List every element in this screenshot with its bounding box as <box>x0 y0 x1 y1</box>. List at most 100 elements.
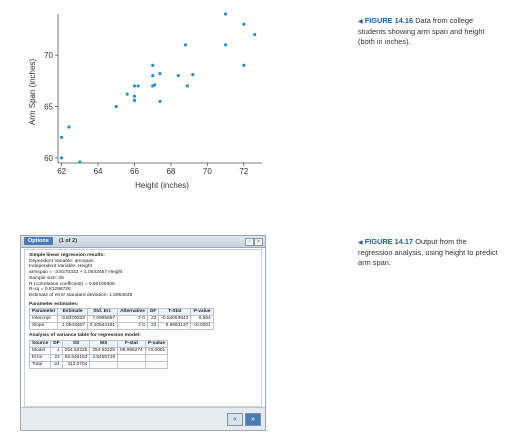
summary-lines: Dependent Variable: armspan Independent V… <box>29 259 257 299</box>
data-point <box>60 156 64 160</box>
data-point <box>223 12 228 16</box>
data-point <box>132 98 137 102</box>
y-tick-label: 65 <box>44 102 53 111</box>
table-cell: <0.0001 <box>190 322 214 331</box>
table-cell: Intercept <box>28 315 59 324</box>
data-point <box>78 160 82 164</box>
table-row: Total 24 313.0704 <box>28 361 169 370</box>
table-cell: 23 <box>146 322 160 331</box>
table-cell: 1 <box>50 347 63 356</box>
column-header: F-stat <box>117 340 146 349</box>
column-header: DF <box>50 340 63 349</box>
table-header-row: Source DF SS MS F-stat P-value <box>28 340 169 349</box>
table-cell <box>117 354 146 363</box>
table-row: Slope 1.0543467 0.10544191 ≠ 0 23 9.9993137 <0… <box>28 322 214 331</box>
results-panel: Simple linear regression results: Depend… <box>24 249 262 407</box>
data-point <box>151 74 155 78</box>
table-cell <box>144 354 169 363</box>
figure-label: FIGURE 14.16 <box>364 16 414 25</box>
data-point <box>242 63 246 67</box>
data-point <box>223 43 228 47</box>
column-header: Parameter <box>28 308 59 317</box>
anova-title: Analysis of variance table for regressio… <box>29 333 141 339</box>
figure-14-16-caption: ◀ FIGURE 14.16 Data from college student… <box>358 16 503 46</box>
x-tick-label: 72 <box>239 167 248 176</box>
options-button[interactable]: Options <box>24 237 53 245</box>
regression-output-window: Options (1 of 2) ▫ × Simple linear regre… <box>20 235 266 431</box>
table-cell: 9.9993137 <box>158 322 192 331</box>
anova-table: Source DF SS MS F-stat P-value Model 1 254.52225… <box>28 340 169 370</box>
table-cell: 1.0543467 <box>57 322 88 331</box>
table-cell <box>144 361 169 370</box>
data-point <box>132 84 137 88</box>
previous-page-button[interactable]: « <box>227 413 243 426</box>
triangle-marker-icon: ◀ <box>358 240 363 246</box>
y-axis: 60 65 70 <box>44 14 59 163</box>
data-point <box>158 72 162 76</box>
table-cell: 254.52225 <box>89 347 119 356</box>
data-point <box>191 73 195 77</box>
window-titlebar: Options (1 of 2) ▫ × <box>21 236 265 248</box>
table-cell: Model <box>28 347 52 356</box>
x-tick-label: 62 <box>57 167 66 176</box>
column-header: Alternative <box>117 308 148 317</box>
table-cell: 24 <box>50 361 63 370</box>
x-tick-label: 66 <box>130 167 139 176</box>
data-point <box>136 84 140 88</box>
x-tick-label: 68 <box>166 167 175 176</box>
triangle-marker-icon: ◀ <box>358 19 363 25</box>
data-point <box>158 99 162 103</box>
table-cell: Slope <box>28 322 59 331</box>
data-point <box>176 74 180 78</box>
y-axis-label: Arm Span (inches) <box>28 59 37 126</box>
table-cell: 0.594 <box>190 315 214 324</box>
parameter-estimates-table: Parameter Estimate Std. Err. Alternative DF T… <box>28 308 214 331</box>
column-header: Estimate <box>57 308 88 317</box>
table-row: Model 1 254.52225 254.52225 99.986274 <0.0001 <box>28 347 169 356</box>
table-cell: 254.52225 <box>61 347 91 356</box>
column-header: DF <box>146 308 160 317</box>
next-page-button[interactable]: » <box>245 413 261 426</box>
column-header: Std. Err. <box>86 308 119 317</box>
data-point <box>151 63 155 67</box>
table-cell: Error <box>28 354 52 363</box>
column-header: T-Stat <box>158 308 192 317</box>
scatter-plot: 60 65 70 62 64 66 68 70 72 Height (inches) Arm … <box>28 12 262 190</box>
table-cell <box>117 361 146 370</box>
x-tick-label: 64 <box>94 167 103 176</box>
x-axis: 62 64 66 68 70 72 <box>57 162 262 176</box>
data-point <box>114 104 118 109</box>
data-point <box>132 94 137 98</box>
table-cell: 23 <box>146 315 160 324</box>
table-cell: Total <box>28 361 52 370</box>
table-cell: ≠ 0 <box>117 315 148 324</box>
table-cell: <0.0001 <box>144 347 169 356</box>
data-point <box>67 125 71 129</box>
table-cell <box>89 361 119 370</box>
table-cell: -0.54053643 <box>158 315 192 324</box>
table-cell: 2.5455719 <box>89 354 119 363</box>
parameter-estimates-title: Parameter estimates: <box>29 301 79 307</box>
table-cell: 7.0985657 <box>86 315 119 324</box>
table-cell: 0.10544191 <box>86 322 119 331</box>
table-cell: 23 <box>50 354 63 363</box>
table-row: Intercept -3.8370333 7.0985657 ≠ 0 23 -0.5405… <box>28 315 214 324</box>
close-icon[interactable]: × <box>254 238 263 246</box>
data-points <box>60 12 257 164</box>
column-header: MS <box>89 340 119 349</box>
x-axis-label: Height (inches) <box>135 181 189 190</box>
minimize-icon[interactable]: ▫ <box>245 238 254 246</box>
data-point <box>183 43 188 47</box>
column-header: P-value <box>144 340 169 349</box>
table-header-row: Parameter Estimate Std. Err. Alternative DF T… <box>28 308 214 317</box>
column-header: SS <box>61 340 91 349</box>
column-header: Source <box>28 340 52 349</box>
column-header: P-value <box>190 308 214 317</box>
window-footer: « » <box>21 407 265 430</box>
table-cell: 58.548153 <box>61 354 91 363</box>
figure-label: FIGURE 14.17 <box>364 237 414 246</box>
figure-14-17-caption: ◀ FIGURE 14.17 Output from the regressio… <box>358 237 503 267</box>
table-cell: -3.8370333 <box>57 315 88 324</box>
data-point <box>242 22 246 26</box>
table-cell: ≠ 0 <box>117 322 148 331</box>
